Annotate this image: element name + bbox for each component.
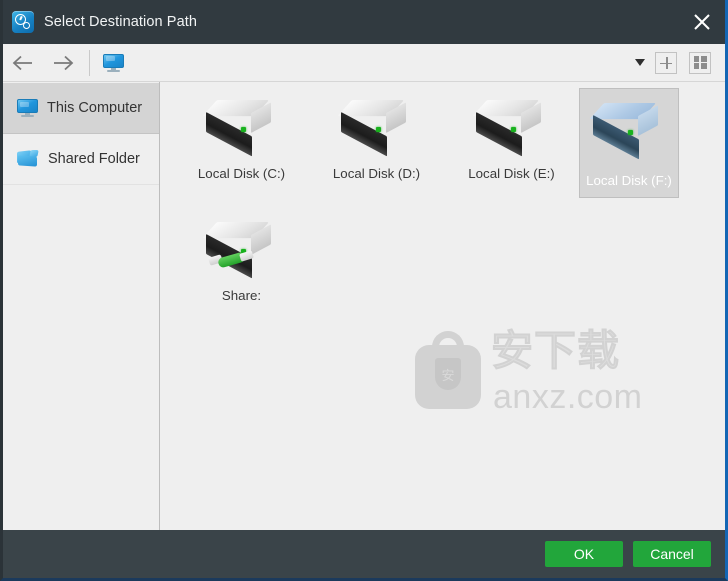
watermark-cn-text: 安下载 [490, 327, 621, 374]
title-bar: Select Destination Path [3, 0, 725, 44]
clock-app-icon [12, 11, 34, 33]
hard-disk-icon [201, 100, 281, 157]
watermark: 安 安下载 anxz.com [415, 327, 642, 427]
window-title: Select Destination Path [44, 14, 198, 30]
shield-bag-logo: 安 [415, 331, 481, 409]
drive-grid: Local Disk (C:) Local Disk (D:) Local Di… [160, 82, 725, 314]
sidebar-item-label: Shared Folder [48, 151, 140, 167]
ok-button[interactable]: OK [545, 541, 623, 567]
grid-view-icon [693, 56, 707, 69]
drive-item-f[interactable]: Local Disk (F:) [579, 88, 679, 198]
monitor-icon [103, 53, 124, 72]
arrow-right-icon [54, 55, 74, 70]
drive-label: Local Disk (C:) [197, 166, 286, 181]
arrow-left-icon [12, 55, 32, 70]
drive-label: Local Disk (E:) [468, 166, 555, 181]
select-destination-path-dialog: Select Destination Path This Computer Sh… [0, 0, 728, 581]
cancel-button[interactable]: Cancel [633, 541, 711, 567]
drive-item-share[interactable]: Share: [174, 210, 309, 310]
sidebar-item-shared-folder[interactable]: Shared Folder [3, 134, 159, 185]
view-mode-button[interactable] [689, 51, 711, 74]
watermark-url-text: anxz.com [493, 378, 643, 416]
hard-disk-icon [589, 103, 668, 160]
drive-item-e[interactable]: Local Disk (E:) [444, 88, 579, 188]
drive-label: Share: [221, 288, 262, 303]
dialog-footer: OK Cancel [3, 530, 725, 578]
drive-label: Local Disk (D:) [332, 166, 421, 181]
places-sidebar: This Computer Shared Folder [3, 82, 160, 530]
path-dropdown-button[interactable] [625, 45, 655, 81]
drive-item-d[interactable]: Local Disk (D:) [309, 88, 444, 188]
navigation-toolbar [3, 44, 725, 82]
chevron-down-icon [635, 59, 645, 66]
sidebar-item-label: This Computer [47, 100, 143, 116]
drive-item-c[interactable]: Local Disk (C:) [174, 88, 309, 188]
hard-disk-icon [336, 100, 416, 157]
drive-label: Local Disk (F:) [586, 173, 672, 188]
hard-disk-icon [471, 100, 551, 157]
monitor-icon [17, 99, 38, 117]
new-folder-button[interactable] [655, 51, 677, 74]
dialog-body: This Computer Shared Folder 安 安下载 anxz.c… [3, 82, 725, 530]
breadcrumb[interactable] [95, 45, 132, 81]
close-icon[interactable] [687, 8, 717, 36]
network-drive-icon [201, 222, 281, 279]
watermark-shield-char: 安 [435, 358, 461, 390]
sidebar-item-this-computer[interactable]: This Computer [3, 83, 159, 134]
drive-list-pane: 安 安下载 anxz.com Local Disk (C:) Local Dis… [160, 82, 725, 530]
shared-folder-icon [17, 150, 39, 168]
forward-button[interactable] [43, 45, 83, 81]
toolbar-divider [89, 49, 90, 76]
back-button[interactable] [3, 45, 43, 81]
